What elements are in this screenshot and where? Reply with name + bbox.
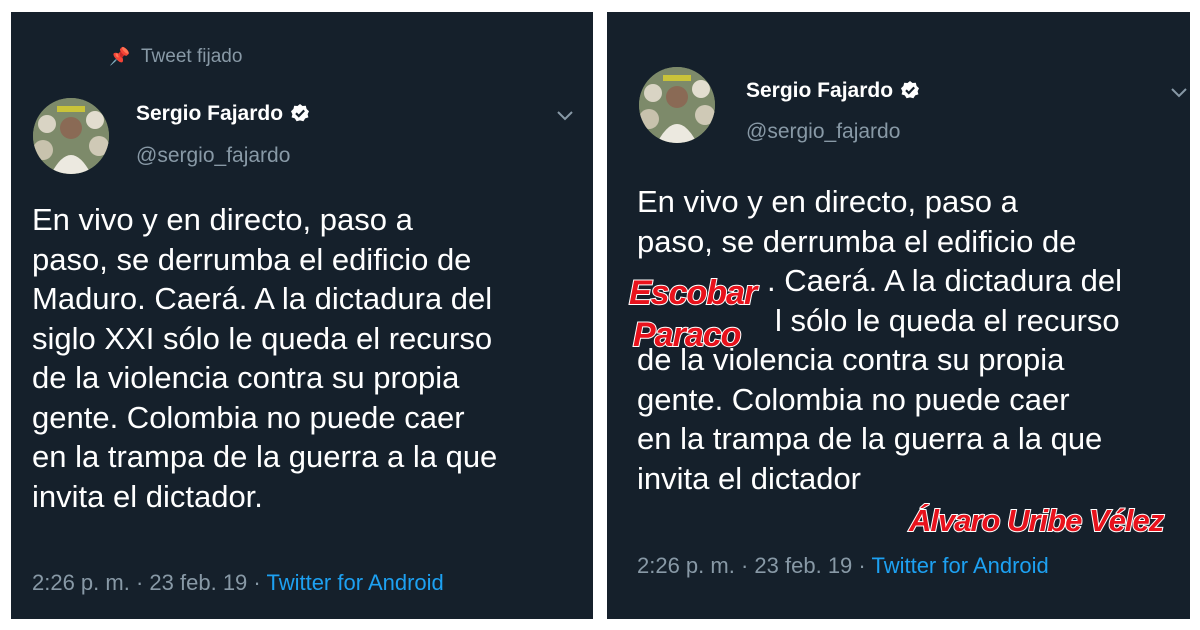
overlay-word-escobar: Escobar <box>628 273 758 313</box>
tweet-time[interactable]: 2:26 p. m. <box>637 553 735 578</box>
chevron-down-icon[interactable] <box>1170 86 1188 98</box>
tweet-text-line: gente. Colombia no puede caer <box>32 399 465 435</box>
overlay-name-alvaro-uribe-velez: Álvaro Uribe Vélez <box>908 502 1165 539</box>
tweet-metadata: 2:26 p. m. · 23 feb. 19 · Twitter for An… <box>637 553 1049 579</box>
tweet-date[interactable]: 23 feb. 19 <box>149 570 247 595</box>
tweet-text-line: en la trampa de la guerra a la que <box>32 439 498 474</box>
tweet-text-line: invita el dictador <box>637 460 862 496</box>
tweet-text-line: invita el dictador. <box>32 478 263 514</box>
original-tweet-panel: 📌 Tweet fijado Sergio Fajardo @sergio_faj… <box>11 12 593 619</box>
tweet-text-line: paso, se derrumba el edificio de <box>637 223 1077 259</box>
tweet-source-link[interactable]: Twitter for Android <box>266 570 443 595</box>
tweet-text-line: paso, se derrumba el edificio de <box>32 241 472 277</box>
tweet-date[interactable]: 23 feb. 19 <box>754 553 852 578</box>
avatar-image <box>639 67 715 143</box>
overlay-word-paraco: Paraco <box>632 315 742 355</box>
tweet-text-line: en la trampa de la guerra a la que <box>637 421 1103 456</box>
tweet-text-line: En vivo y en directo, paso a <box>32 202 413 237</box>
avatar[interactable] <box>639 67 715 143</box>
separator: · <box>135 570 144 595</box>
author-handle[interactable]: @sergio_fajardo <box>746 120 900 144</box>
separator: · <box>858 553 866 578</box>
tweet-time[interactable]: 2:26 p. m. <box>32 570 130 595</box>
tweet-text-line: siglo XXI sólo le queda el recurso <box>32 320 493 356</box>
chevron-down-icon[interactable] <box>556 109 574 121</box>
tweet-metadata: 2:26 p. m. · 23 feb. 19 · Twitter for An… <box>32 570 444 596</box>
tweet-text: En vivo y en directo, paso a paso, se de… <box>32 200 497 516</box>
separator: · <box>253 570 261 595</box>
verified-badge-icon <box>901 81 920 99</box>
avatar[interactable] <box>33 98 109 174</box>
author-handle[interactable]: @sergio_fajardo <box>136 144 290 168</box>
pinned-label: Tweet fijado <box>141 46 243 67</box>
pin-icon: 📌 <box>109 47 131 66</box>
pinned-tweet-header: 📌 Tweet fijado <box>109 46 242 68</box>
verified-badge-icon <box>291 104 310 122</box>
avatar-image <box>33 98 109 174</box>
author-name[interactable]: Sergio Fajardo <box>136 102 310 126</box>
separator: · <box>740 553 749 578</box>
tweet-text-line: de la violencia contra su propia <box>32 360 460 395</box>
tweet-text-line: En vivo y en directo, paso a <box>637 184 1018 219</box>
author-name[interactable]: Sergio Fajardo <box>746 79 920 103</box>
tweet-source-link[interactable]: Twitter for Android <box>871 553 1048 578</box>
tweet-text-line: gente. Colombia no puede caer <box>637 381 1070 417</box>
edited-tweet-panel: Sergio Fajardo @sergio_fajardo En vivo y… <box>607 12 1190 619</box>
tweet-text-line: Maduro. Caerá. A la dictadura del <box>32 281 493 316</box>
